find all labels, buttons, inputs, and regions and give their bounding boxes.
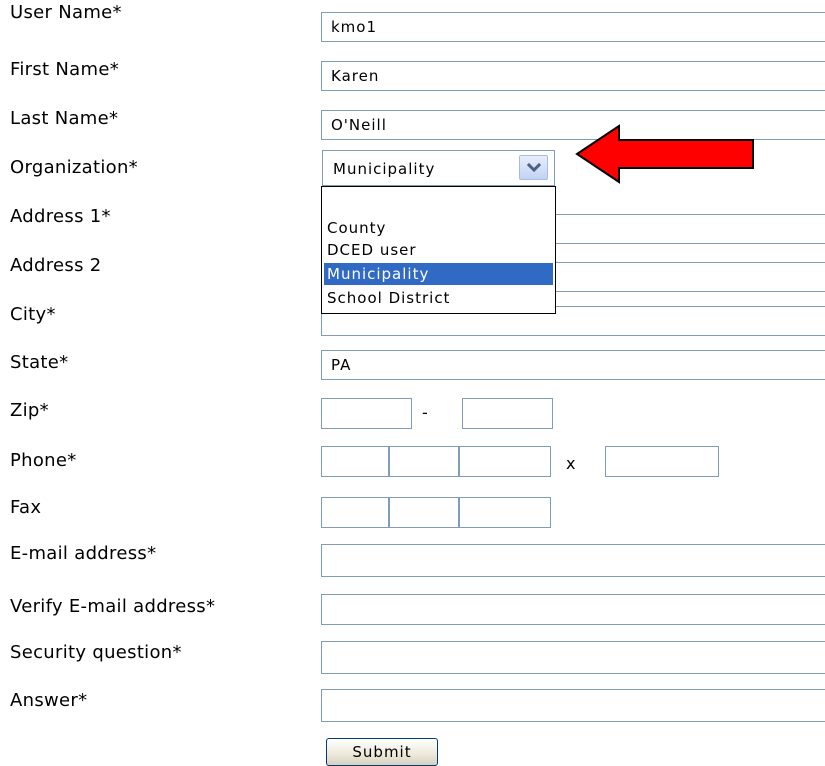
dropdown-toggle-button[interactable] bbox=[519, 155, 548, 180]
phone-extension-input[interactable] bbox=[605, 446, 719, 477]
answer-input[interactable] bbox=[321, 689, 825, 722]
label-city: City* bbox=[10, 304, 56, 325]
phone-line-input[interactable] bbox=[459, 446, 551, 477]
label-security-question: Security question* bbox=[10, 642, 182, 663]
fax-area-input[interactable] bbox=[321, 497, 389, 528]
label-organization: Organization* bbox=[10, 157, 138, 178]
label-zip: Zip* bbox=[10, 400, 49, 421]
label-address2: Address 2 bbox=[10, 255, 102, 276]
fax-line-input[interactable] bbox=[459, 497, 551, 528]
email-input[interactable] bbox=[321, 544, 825, 577]
phone-prefix-input[interactable] bbox=[389, 446, 459, 477]
submit-button[interactable]: Submit bbox=[326, 738, 438, 766]
organization-select[interactable]: Municipality bbox=[322, 150, 555, 186]
label-email: E-mail address* bbox=[10, 543, 157, 564]
phone-ext-separator: x bbox=[566, 454, 576, 473]
organization-dropdown-list[interactable]: County DCED user Municipality School Dis… bbox=[321, 186, 556, 314]
user-name-input[interactable]: kmo1 bbox=[321, 12, 825, 42]
label-first-name: First Name* bbox=[10, 59, 120, 80]
label-address1: Address 1* bbox=[10, 206, 111, 227]
dropdown-option-blank[interactable] bbox=[324, 191, 553, 213]
dropdown-option-dced-user[interactable]: DCED user bbox=[324, 239, 553, 261]
security-question-input[interactable] bbox=[321, 641, 825, 674]
label-verify-email: Verify E-mail address* bbox=[10, 596, 216, 617]
first-name-input[interactable]: Karen bbox=[321, 61, 825, 91]
zip-separator: - bbox=[422, 403, 428, 422]
verify-email-input[interactable] bbox=[321, 594, 825, 625]
state-input[interactable]: PA bbox=[321, 350, 825, 380]
dropdown-option-municipality[interactable]: Municipality bbox=[324, 263, 553, 285]
label-last-name: Last Name* bbox=[10, 108, 119, 129]
organization-selected-value: Municipality bbox=[333, 160, 436, 178]
label-answer: Answer* bbox=[10, 690, 88, 711]
zip-extension-input[interactable] bbox=[462, 398, 553, 429]
label-state: State* bbox=[10, 352, 69, 373]
dropdown-option-school-district[interactable]: School District bbox=[324, 287, 553, 309]
label-phone: Phone* bbox=[10, 450, 77, 471]
fax-prefix-input[interactable] bbox=[389, 497, 459, 528]
phone-area-input[interactable] bbox=[321, 446, 389, 477]
zip-input[interactable] bbox=[321, 398, 412, 429]
dropdown-option-county[interactable]: County bbox=[324, 217, 553, 239]
red-arrow-icon bbox=[575, 124, 755, 188]
label-user-name: User Name* bbox=[10, 2, 122, 23]
label-fax: Fax bbox=[10, 497, 42, 518]
